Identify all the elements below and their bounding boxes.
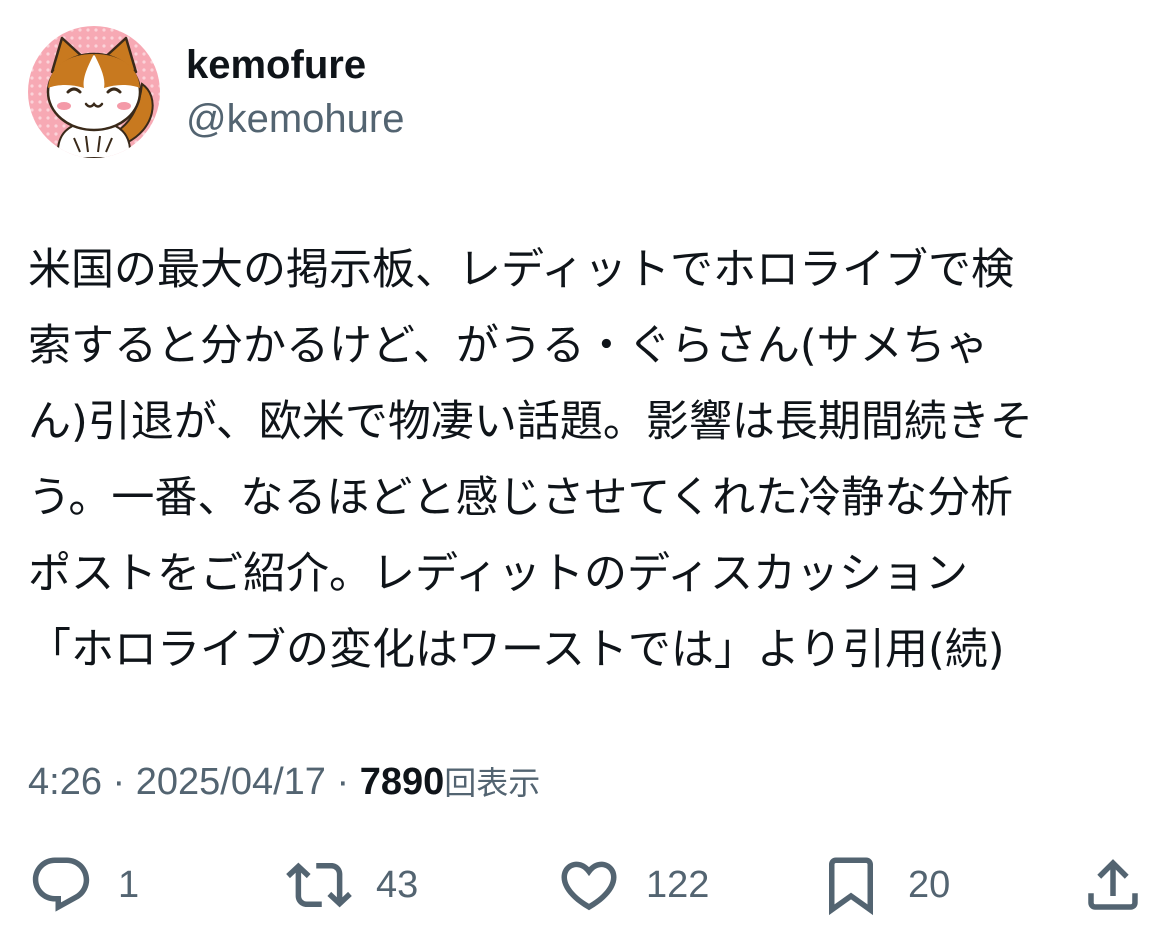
like-button[interactable]: 122 (556, 850, 709, 920)
meta-separator: · (112, 761, 126, 803)
retweet-count: 43 (376, 863, 419, 906)
reply-button[interactable]: 1 (28, 850, 139, 920)
action-bar: 1 43 122 20 (0, 850, 1170, 920)
meta-separator: · (336, 761, 350, 803)
heart-icon (556, 852, 622, 918)
cat-avatar-icon[interactable] (28, 26, 160, 158)
tweet-text: 米国の最大の掲示板、レディットでホロライブで検 索すると分かるけど、がうる・ぐら… (28, 245, 1033, 675)
tweet-meta: 4:26 · 2025/04/17 · 7890回表示 (28, 756, 540, 809)
reply-count: 1 (118, 863, 140, 906)
retweet-icon (286, 852, 352, 918)
like-count: 122 (646, 863, 710, 906)
bookmark-count: 20 (908, 863, 951, 906)
tweet-date[interactable]: 2025/04/17 (136, 761, 326, 803)
views-label: 回表示 (444, 764, 541, 802)
author-handle[interactable]: @kemohure (186, 94, 404, 144)
author-names: kemofure @kemohure (186, 40, 404, 144)
reply-icon (28, 852, 94, 918)
tweet-header: kemofure @kemohure (28, 26, 404, 158)
retweet-button[interactable]: 43 (286, 850, 418, 920)
views-count[interactable]: 7890 (360, 761, 445, 803)
bookmark-icon (818, 852, 884, 918)
author-display-name[interactable]: kemofure (186, 40, 404, 90)
bookmark-button[interactable]: 20 (818, 850, 950, 920)
share-icon (1080, 852, 1146, 918)
tweet-time[interactable]: 4:26 (28, 761, 102, 803)
share-button[interactable] (1080, 850, 1146, 920)
